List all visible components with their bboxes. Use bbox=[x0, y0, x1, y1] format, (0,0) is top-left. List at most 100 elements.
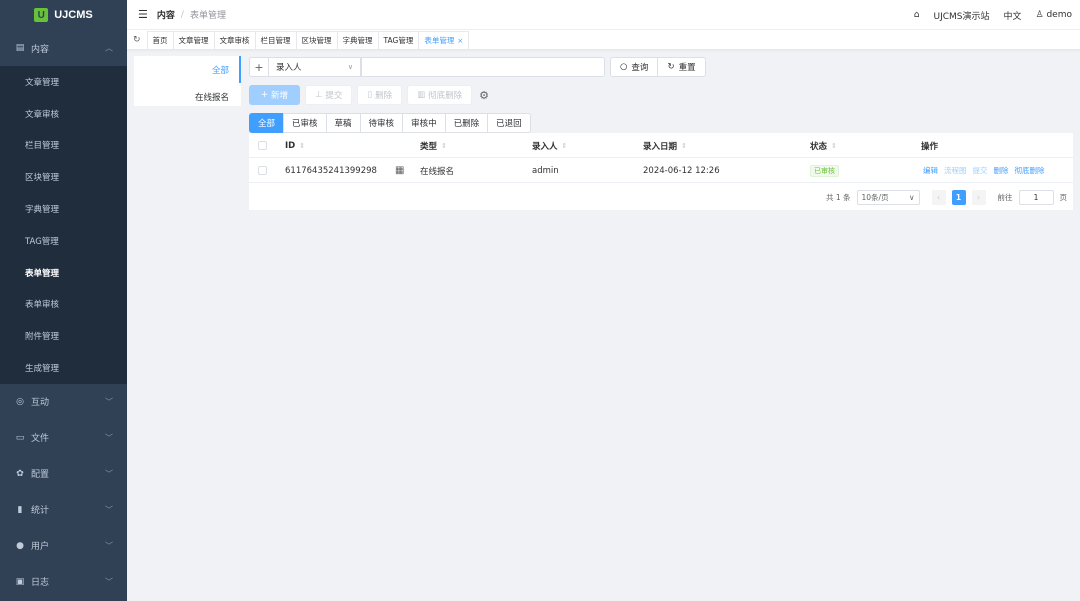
form-type-filter: 全部 在线报名 bbox=[134, 56, 241, 106]
status-tab-reviewing[interactable]: 审核中 bbox=[402, 113, 446, 133]
checkbox[interactable] bbox=[258, 141, 267, 150]
sort-icon[interactable]: ⇕ bbox=[441, 142, 447, 150]
user-icon: ● bbox=[16, 540, 24, 551]
column-date[interactable]: 录入日期 ⇕ bbox=[643, 133, 687, 158]
select-all-checkbox[interactable] bbox=[258, 133, 267, 158]
sort-icon[interactable]: ⇕ bbox=[562, 142, 568, 150]
document-icon: ▯ bbox=[367, 90, 373, 100]
tag-dict[interactable]: 字典管理 bbox=[336, 30, 379, 49]
tag-form[interactable]: 表单管理 × bbox=[418, 30, 470, 49]
next-page-button[interactable]: › bbox=[971, 189, 986, 205]
sidebar-group-label: 内容 bbox=[31, 44, 50, 55]
sidebar-item-tag[interactable]: TAG管理 bbox=[0, 225, 127, 257]
submit-button[interactable]: ⊥ 提交 bbox=[305, 85, 353, 105]
sidebar-item-article-review[interactable]: 文章审核 bbox=[0, 98, 127, 130]
row-checkbox-cell[interactable] bbox=[258, 158, 267, 183]
add-filter-button[interactable]: + bbox=[249, 57, 269, 77]
status-tab-all[interactable]: 全部 bbox=[249, 113, 285, 133]
chevron-up-icon: ︿ bbox=[105, 43, 113, 53]
sidebar-group-file[interactable]: ▭ 文件 ﹀ bbox=[0, 420, 127, 456]
refresh-icon[interactable]: ↻ bbox=[133, 35, 141, 45]
column-id[interactable]: ID ⇕ bbox=[285, 133, 305, 158]
sidebar-item-channel[interactable]: 栏目管理 bbox=[0, 130, 127, 162]
site-link[interactable]: UJCMS演示站 bbox=[933, 9, 989, 22]
search-input[interactable] bbox=[361, 57, 605, 77]
tag-block[interactable]: 区块管理 bbox=[295, 30, 338, 49]
prev-page-button[interactable]: ‹ bbox=[931, 189, 946, 205]
chevron-down-icon: ﹀ bbox=[105, 577, 113, 587]
goto-label: 前往 bbox=[997, 192, 1013, 202]
reset-button[interactable]: ↻ 重置 bbox=[658, 57, 706, 77]
sidebar-item-label: 区块管理 bbox=[25, 173, 60, 184]
column-status[interactable]: 状态 ⇕ bbox=[810, 133, 837, 158]
logo[interactable]: U UJCMS bbox=[0, 0, 127, 30]
sidebar-item-attachment[interactable]: 附件管理 bbox=[0, 320, 127, 352]
document-icon: ▤ bbox=[15, 43, 25, 53]
sidebar-item-block[interactable]: 区块管理 bbox=[0, 161, 127, 193]
page-number[interactable]: 1 bbox=[951, 189, 966, 205]
add-button[interactable]: + 新增 bbox=[249, 85, 300, 105]
chevron-down-icon: ﹀ bbox=[105, 469, 113, 479]
submit-link[interactable]: 提交 bbox=[973, 165, 988, 176]
edit-link[interactable]: 编辑 bbox=[923, 165, 938, 176]
cell-creator: admin bbox=[532, 165, 559, 176]
delete-button[interactable]: ▯ 删除 bbox=[357, 85, 403, 105]
table-row[interactable]: 61176435241399298 ▦ 在线报名 admin 2024-06-1… bbox=[249, 158, 1073, 183]
query-button[interactable]: ○ 查询 bbox=[610, 57, 659, 77]
sidebar-group-label: 用户 bbox=[31, 542, 50, 553]
search-field-select[interactable]: 录入人 ∨ bbox=[269, 57, 361, 77]
purge-link[interactable]: 彻底删除 bbox=[1015, 165, 1045, 176]
sidebar-group-interact[interactable]: ◎ 互动 ﹀ bbox=[0, 384, 127, 420]
gear-icon[interactable]: ⚙ bbox=[479, 89, 489, 102]
goto-page-input[interactable]: 1 bbox=[1018, 189, 1054, 205]
column-label: 类型 bbox=[420, 141, 438, 152]
reset-label: 重置 bbox=[678, 63, 696, 73]
grid-icon[interactable]: ▦ bbox=[395, 158, 404, 183]
status-tab-pending[interactable]: 待审核 bbox=[359, 113, 404, 133]
sidebar-group-config[interactable]: ✿ 配置 ﹀ bbox=[0, 456, 127, 492]
user-menu[interactable]: ♙ demo bbox=[1036, 10, 1072, 20]
column-type[interactable]: 类型 ⇕ bbox=[420, 133, 447, 158]
form-table: ID ⇕ 类型 ⇕ 录入人 ⇕ 录入日期 ⇕ 状态 ⇕ 操作 61176435241399… bbox=[249, 133, 1073, 210]
tag-article-review[interactable]: 文章审核 bbox=[213, 30, 256, 49]
filter-item-all[interactable]: 全部 bbox=[134, 56, 241, 83]
sidebar-group-content[interactable]: ▤ 内容 ︿ bbox=[0, 30, 127, 66]
close-icon[interactable]: × bbox=[457, 37, 463, 45]
language-switch[interactable]: 中文 bbox=[1004, 9, 1022, 22]
sidebar-item-article[interactable]: 文章管理 bbox=[0, 66, 127, 98]
hamburger-icon[interactable]: ☰ bbox=[138, 8, 148, 21]
sidebar-item-dict[interactable]: 字典管理 bbox=[0, 193, 127, 225]
status-tabs: 全部 已审核 草稿 待审核 审核中 已删除 已退回 bbox=[249, 113, 531, 133]
checkbox[interactable] bbox=[258, 166, 267, 175]
sort-icon[interactable]: ⇕ bbox=[299, 142, 305, 150]
sidebar-item-form[interactable]: 表单管理 bbox=[0, 257, 127, 289]
purge-button[interactable]: ▥ 彻底删除 bbox=[407, 85, 473, 105]
filter-item-online-signup[interactable]: 在线报名 bbox=[134, 83, 241, 110]
sort-icon[interactable]: ⇕ bbox=[831, 142, 837, 150]
tag-tag[interactable]: TAG管理 bbox=[377, 30, 420, 49]
cell-id: 61176435241399298 bbox=[285, 165, 377, 176]
cell-status: 已审核 bbox=[810, 158, 839, 183]
sort-icon[interactable]: ⇕ bbox=[681, 142, 687, 150]
status-tab-deleted[interactable]: 已删除 bbox=[444, 113, 489, 133]
tag-channel[interactable]: 栏目管理 bbox=[254, 30, 297, 49]
sidebar-item-label: 表单审核 bbox=[25, 300, 60, 311]
flowchart-link[interactable]: 流程图 bbox=[944, 165, 967, 176]
sidebar-item-form-review[interactable]: 表单审核 bbox=[0, 289, 127, 321]
status-tab-rejected[interactable]: 已退回 bbox=[487, 113, 531, 133]
sidebar-group-user[interactable]: ● 用户 ﹀ bbox=[0, 528, 127, 564]
column-creator[interactable]: 录入人 ⇕ bbox=[532, 133, 567, 158]
sidebar-item-generate[interactable]: 生成管理 bbox=[0, 352, 127, 384]
sidebar-group-stats[interactable]: ▮ 统计 ﹀ bbox=[0, 492, 127, 528]
home-icon[interactable]: ⌂ bbox=[914, 10, 920, 20]
tag-article[interactable]: 文章管理 bbox=[172, 30, 215, 49]
folder-icon: ▭ bbox=[15, 432, 25, 443]
chevron-down-icon: ∨ bbox=[347, 63, 353, 71]
breadcrumb-root[interactable]: 内容 bbox=[157, 8, 175, 21]
page-size-select[interactable]: 10条/页 ∨ bbox=[856, 189, 920, 205]
status-tab-approved[interactable]: 已审核 bbox=[283, 113, 327, 133]
tag-home[interactable]: 首页 bbox=[146, 30, 174, 49]
status-tab-draft[interactable]: 草稿 bbox=[325, 113, 361, 133]
sidebar-group-log[interactable]: ▣ 日志 ﹀ bbox=[0, 564, 127, 600]
delete-link[interactable]: 删除 bbox=[994, 165, 1009, 176]
